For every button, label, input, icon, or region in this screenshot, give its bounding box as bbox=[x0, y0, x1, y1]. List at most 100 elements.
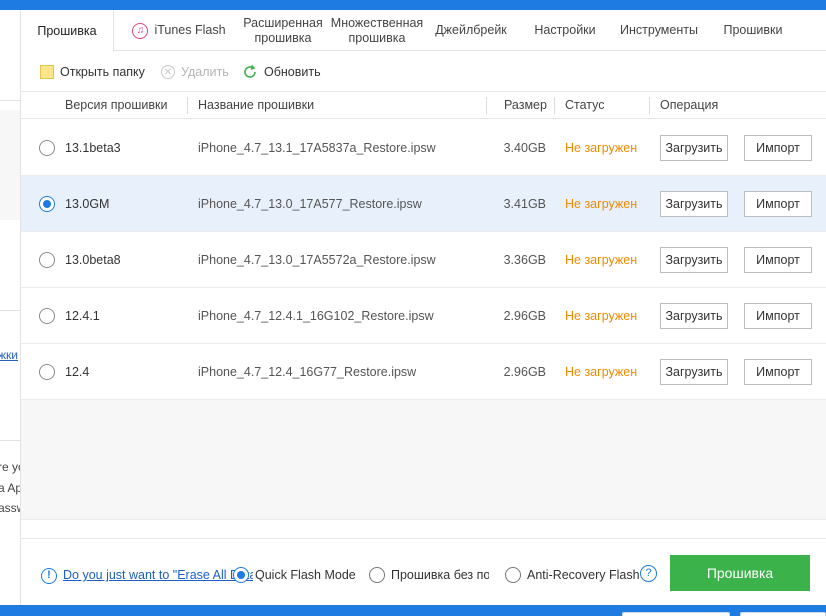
row-version: 12.4.1 bbox=[65, 309, 100, 323]
row-version: 13.1beta3 bbox=[65, 141, 121, 155]
row-version: 13.0beta8 bbox=[65, 253, 121, 267]
window-top-bar bbox=[0, 0, 826, 10]
anti-recovery-flash-label: Anti-Recovery Flash bbox=[527, 568, 640, 582]
row-radio[interactable] bbox=[39, 364, 55, 380]
tab-jailbreak[interactable]: Джейлбрейк bbox=[429, 10, 513, 51]
download-button[interactable]: Загрузить bbox=[660, 191, 728, 217]
tab-settings[interactable]: Настройки bbox=[525, 10, 605, 51]
open-folder-button[interactable]: Открыть папку bbox=[40, 64, 145, 80]
row-status: Не загружен bbox=[565, 197, 638, 211]
table-empty-area bbox=[21, 400, 826, 520]
tab-label: iTunes Flash bbox=[154, 23, 226, 37]
itunes-icon: ♫ bbox=[132, 22, 149, 39]
download-button[interactable]: Загрузить bbox=[660, 135, 728, 161]
left-divider bbox=[0, 100, 20, 101]
left-text-fragment: a Ap bbox=[0, 481, 21, 495]
tab-multiple-flash[interactable]: Множественная прошивка bbox=[331, 10, 423, 51]
tab-label: Инструменты bbox=[620, 23, 698, 37]
open-folder-label: Открыть папку bbox=[60, 65, 145, 79]
refresh-button[interactable]: Обновить bbox=[242, 64, 321, 80]
main-panel: Прошивка ♫ iTunes Flash Расширенная прош… bbox=[21, 10, 826, 605]
table-row[interactable]: 13.0beta8 iPhone_4.7_13.0_17A5572a_Resto… bbox=[21, 232, 826, 288]
toolbar: Открыть папку ✕ Удалить Обновить bbox=[21, 51, 826, 92]
bottom-tab[interactable] bbox=[622, 612, 730, 616]
left-divider bbox=[0, 440, 20, 441]
column-header-name[interactable]: Название прошивки bbox=[198, 92, 314, 119]
help-icon[interactable]: ? bbox=[640, 565, 657, 582]
import-button[interactable]: Импорт bbox=[744, 135, 812, 161]
refresh-label: Обновить bbox=[264, 65, 321, 79]
row-version: 12.4 bbox=[65, 365, 90, 379]
left-text-fragment: re yo bbox=[0, 460, 20, 474]
tab-label: Джейлбрейк bbox=[435, 23, 507, 37]
left-side-panel: жки re yo a Ap assw bbox=[0, 10, 21, 605]
anti-recovery-flash-radio[interactable] bbox=[505, 567, 521, 583]
tab-label: Прошивки bbox=[723, 23, 783, 37]
import-button[interactable]: Импорт bbox=[744, 359, 812, 385]
folder-icon bbox=[40, 65, 54, 79]
flash-button[interactable]: Прошивка bbox=[670, 555, 810, 591]
bottom-tab[interactable] bbox=[740, 612, 826, 616]
tab-label: Настройки bbox=[534, 23, 596, 37]
download-button[interactable]: Загрузить bbox=[660, 303, 728, 329]
table-row[interactable]: 13.1beta3 iPhone_4.7_13.1_17A5837a_Resto… bbox=[21, 120, 826, 176]
download-button[interactable]: Загрузить bbox=[660, 359, 728, 385]
tab-label: Множественная прошивка bbox=[330, 15, 424, 45]
import-button[interactable]: Импорт bbox=[744, 247, 812, 273]
import-button[interactable]: Импорт bbox=[744, 303, 812, 329]
delete-label: Удалить bbox=[181, 65, 229, 79]
column-header-operation: Операция bbox=[660, 98, 719, 112]
tab-firmware[interactable]: Прошивка bbox=[21, 10, 114, 52]
footer-bar: ! Do you just want to "Erase All Data" Q… bbox=[21, 538, 826, 605]
tab-bar: Прошивка ♫ iTunes Flash Расширенная прош… bbox=[21, 10, 826, 52]
left-divider bbox=[0, 310, 20, 311]
flash-without-data-loss-label: Прошивка без потери данных bbox=[391, 568, 489, 582]
row-size: 2.96GB bbox=[503, 309, 546, 323]
column-header-status[interactable]: Статус bbox=[565, 92, 605, 119]
column-header-version[interactable]: Версия прошивки bbox=[65, 92, 168, 119]
column-separator bbox=[649, 97, 650, 114]
tab-itunes-flash[interactable]: ♫ iTunes Flash bbox=[129, 10, 229, 51]
row-firmware-name: iPhone_4.7_12.4_16G77_Restore.ipsw bbox=[198, 365, 417, 379]
table-header: Версия прошивки Название прошивки Размер… bbox=[21, 92, 826, 119]
row-size: 2.96GB bbox=[503, 365, 546, 379]
quick-flash-mode-radio[interactable] bbox=[233, 567, 249, 583]
tab-label: Расширенная прошивка bbox=[243, 15, 323, 45]
tab-firmwares[interactable]: Прошивки bbox=[715, 10, 791, 51]
column-header-size[interactable]: Размер bbox=[504, 92, 547, 119]
left-link-fragment[interactable]: жки bbox=[0, 348, 18, 362]
info-icon: ! bbox=[41, 568, 57, 584]
row-status: Не загружен bbox=[565, 309, 638, 323]
column-separator bbox=[554, 97, 555, 114]
table-row[interactable]: 12.4 iPhone_4.7_12.4_16G77_Restore.ipsw … bbox=[21, 344, 826, 400]
import-button[interactable]: Импорт bbox=[744, 191, 812, 217]
flash-without-data-loss-radio[interactable] bbox=[369, 567, 385, 583]
table-row[interactable]: 12.4.1 iPhone_4.7_12.4.1_16G102_Restore.… bbox=[21, 288, 826, 344]
row-status: Не загружен bbox=[565, 365, 638, 379]
tab-label: Прошивка bbox=[37, 23, 97, 38]
row-firmware-name: iPhone_4.7_13.0_17A5572a_Restore.ipsw bbox=[198, 253, 436, 267]
download-button[interactable]: Загрузить bbox=[660, 247, 728, 273]
tab-advanced-flash[interactable]: Расширенная прошивка bbox=[241, 10, 325, 51]
delete-button[interactable]: ✕ Удалить bbox=[161, 64, 229, 80]
row-size: 3.41GB bbox=[503, 197, 546, 211]
row-version: 13.0GM bbox=[65, 197, 110, 211]
left-selected-block bbox=[0, 110, 20, 220]
close-circle-icon: ✕ bbox=[161, 65, 175, 79]
row-size: 3.36GB bbox=[503, 253, 546, 267]
erase-all-data-link[interactable]: Do you just want to "Erase All Data" bbox=[63, 568, 253, 584]
row-radio[interactable] bbox=[39, 196, 55, 212]
tab-tools[interactable]: Инструменты bbox=[613, 10, 705, 51]
row-firmware-name: iPhone_4.7_13.0_17A577_Restore.ipsw bbox=[198, 197, 422, 211]
column-separator bbox=[187, 97, 188, 114]
row-firmware-name: iPhone_4.7_12.4.1_16G102_Restore.ipsw bbox=[198, 309, 434, 323]
left-text-fragment: assw bbox=[0, 501, 20, 515]
refresh-icon bbox=[244, 64, 256, 78]
row-radio[interactable] bbox=[39, 140, 55, 156]
row-firmware-name: iPhone_4.7_13.1_17A5837a_Restore.ipsw bbox=[198, 141, 436, 155]
row-radio[interactable] bbox=[39, 308, 55, 324]
quick-flash-mode-label: Quick Flash Mode bbox=[255, 568, 356, 582]
table-row[interactable]: 13.0GM iPhone_4.7_13.0_17A577_Restore.ip… bbox=[21, 176, 826, 232]
row-status: Не загружен bbox=[565, 253, 638, 267]
row-radio[interactable] bbox=[39, 252, 55, 268]
